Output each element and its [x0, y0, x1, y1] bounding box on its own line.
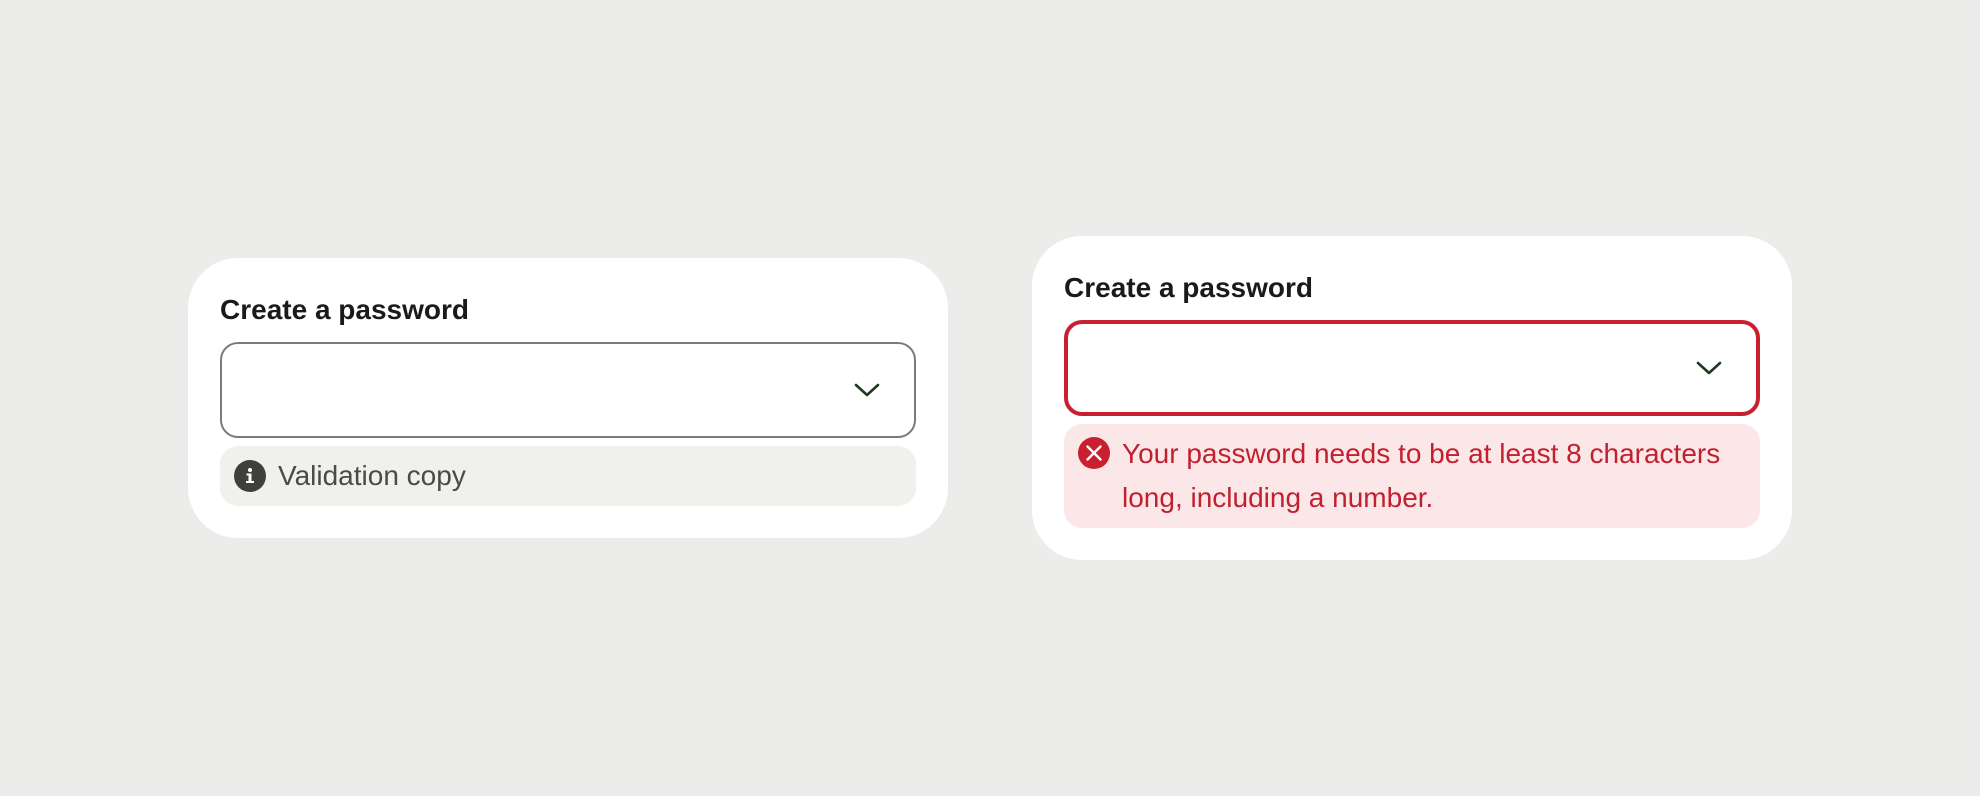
validation-message: Validation copy	[220, 446, 916, 506]
chevron-down-icon	[1696, 361, 1722, 375]
error-message-text: Your password needs to be at least 8 cha…	[1122, 438, 1721, 513]
error-x-icon	[1078, 437, 1110, 469]
info-icon	[234, 460, 266, 492]
validation-message-text: Validation copy	[278, 460, 466, 491]
chevron-down-icon	[854, 383, 880, 397]
field-label: Create a password	[1064, 272, 1313, 303]
field-label: Create a password	[220, 294, 469, 325]
password-field-card-default: Create a password Validation copy	[188, 258, 948, 538]
password-field-card-error: Create a password Your password needs to…	[1032, 236, 1792, 560]
password-select[interactable]	[220, 342, 916, 438]
password-select-error[interactable]	[1064, 320, 1760, 416]
error-message: Your password needs to be at least 8 cha…	[1064, 424, 1760, 528]
